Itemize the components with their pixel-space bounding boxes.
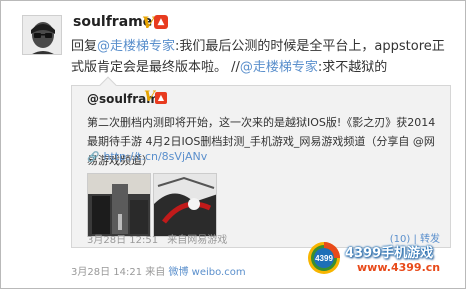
post-text: 回复@走楼梯专家:我们最后公测的时候是全平台上，appstore正式版肯定会是最…: [71, 36, 451, 78]
watermark-url: www.4399.cn: [357, 261, 441, 274]
watermark-title: 4399手机游戏: [345, 246, 434, 261]
link-icon: 🔗: [87, 152, 100, 163]
short-link-text[interactable]: http://t.cn/8sVjANv: [103, 150, 207, 163]
post-meta: 3月28日 14:21 来自 微博 weibo.com: [71, 263, 246, 278]
thumbnail-image: [88, 174, 150, 236]
weibo-post-card: soulframe V ▲ 回复@走楼梯专家:我们最后公测的时候是全平台上，ap…: [0, 0, 466, 289]
level-badge-icon: ▲: [154, 15, 168, 29]
repost-source[interactable]: 网易游戏: [187, 235, 227, 246]
mention-link[interactable]: @走楼梯专家: [97, 39, 175, 54]
mention-link[interactable]: @走楼梯专家: [240, 60, 318, 75]
avatar-image: [23, 16, 61, 54]
site-watermark: 4399 4399手机游戏 www.4399.cn: [307, 241, 455, 275]
4399-logo-text: 4399: [315, 254, 333, 263]
short-link[interactable]: 🔗 http://t.cn/8sVjANv: [87, 150, 207, 163]
source-prefix: 来自: [167, 235, 188, 246]
verified-v-icon: V: [142, 13, 155, 32]
post-body-end: :求不越狱的: [317, 60, 388, 75]
reply-prefix: 回复: [71, 39, 98, 54]
repost-thumbnail-2[interactable]: [153, 173, 217, 237]
repost-meta: 3月28日 12:51 来自网易游戏: [87, 231, 227, 246]
reposted-weibo: @soulframe V ▲ 第二次删档内测即将开始，这一次来的是越狱IOS版!…: [71, 76, 451, 248]
4399-logo-icon: 4399: [308, 242, 340, 274]
repost-caret: [99, 76, 117, 94]
level-badge-icon: ▲: [155, 92, 167, 104]
thumbnail-image: [154, 174, 216, 236]
verified-v-icon: V: [144, 89, 155, 105]
author-name[interactable]: soulframe: [73, 14, 152, 30]
post-date[interactable]: 3月28日 14:21: [71, 267, 142, 278]
source-prefix: 来自: [145, 267, 166, 278]
avatar[interactable]: [22, 15, 62, 55]
repost-date[interactable]: 3月28日 12:51: [87, 235, 158, 246]
post-source[interactable]: 微博 weibo.com: [168, 267, 245, 278]
repost-thumbnail-1[interactable]: [87, 173, 151, 237]
